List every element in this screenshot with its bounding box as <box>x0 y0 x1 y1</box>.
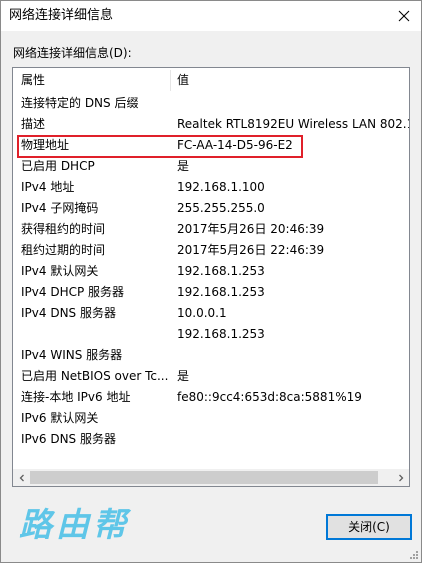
scroll-thumb[interactable] <box>30 471 378 484</box>
row-value <box>177 93 409 114</box>
list-row[interactable]: 192.168.1.253 <box>13 324 409 345</box>
row-property: 已启用 NetBIOS over Tc... <box>21 369 169 383</box>
list-row[interactable]: 描述 Realtek RTL8192EU Wireless LAN 802.11 <box>13 114 409 135</box>
details-list[interactable]: 属性 值 连接特定的 DNS 后缀 描述 Realtek RTL8192EU W… <box>12 67 410 487</box>
list-row[interactable]: 已启用 NetBIOS over Tc... 是 <box>13 366 409 387</box>
close-button[interactable]: 关闭(C) <box>326 514 412 540</box>
chevron-right-icon <box>398 474 403 481</box>
row-property: 获得租约的时间 <box>21 222 106 236</box>
column-header-property[interactable]: 属性 <box>21 68 45 93</box>
list-row[interactable]: 连接特定的 DNS 后缀 <box>13 93 409 114</box>
row-value <box>177 429 409 450</box>
row-property <box>21 324 171 345</box>
row-value <box>177 408 409 429</box>
row-property: IPv4 子网掩码 <box>21 201 99 215</box>
column-header-value[interactable]: 值 <box>177 68 189 93</box>
list-row[interactable]: 已启用 DHCP 是 <box>13 156 409 177</box>
row-property: 描述 <box>21 117 46 131</box>
details-group-label: 网络连接详细信息(D): <box>13 46 132 60</box>
window-title: 网络连接详细信息 <box>9 8 114 23</box>
row-property: IPv4 默认网关 <box>21 264 99 278</box>
list-row[interactable]: IPv6 默认网关 <box>13 408 409 429</box>
row-property: 租约过期的时间 <box>21 243 106 257</box>
list-row[interactable]: 租约过期的时间 2017年5月26日 22:46:39 <box>13 240 409 261</box>
chevron-left-icon <box>19 474 24 481</box>
list-row[interactable]: 连接-本地 IPv6 地址 fe80::9cc4:653d:8ca:5881%1… <box>13 387 409 408</box>
horizontal-scrollbar[interactable] <box>13 469 409 486</box>
row-value: 2017年5月26日 22:46:39 <box>177 243 325 257</box>
row-value: 是 <box>177 159 190 173</box>
list-rows: 连接特定的 DNS 后缀 描述 Realtek RTL8192EU Wirele… <box>13 93 409 461</box>
row-value <box>177 345 409 366</box>
row-value: 是 <box>177 369 190 383</box>
row-value: 255.255.255.0 <box>177 201 265 215</box>
network-details-dialog: 网络连接详细信息 网络连接详细信息(D): 属性 值 连接特定的 DNS 后缀 … <box>0 0 422 563</box>
list-header: 属性 值 <box>13 68 409 93</box>
title-close-button[interactable] <box>387 1 421 31</box>
title-bar[interactable]: 网络连接详细信息 <box>1 1 421 31</box>
row-property: 连接-本地 IPv6 地址 <box>21 390 131 404</box>
row-property: IPv4 地址 <box>21 180 75 194</box>
list-row[interactable]: IPv4 WINS 服务器 <box>13 345 409 366</box>
row-value: fe80::9cc4:653d:8ca:5881%19 <box>177 390 362 404</box>
row-value: 10.0.0.1 <box>177 306 227 320</box>
row-value: 2017年5月26日 20:46:39 <box>177 222 325 236</box>
list-row[interactable]: IPv4 默认网关 192.168.1.253 <box>13 261 409 282</box>
row-value: Realtek RTL8192EU Wireless LAN 802.11 <box>177 117 409 131</box>
list-row[interactable]: IPv4 DHCP 服务器 192.168.1.253 <box>13 282 409 303</box>
list-row[interactable]: 获得租约的时间 2017年5月26日 20:46:39 <box>13 219 409 240</box>
list-row[interactable]: IPv4 DNS 服务器 10.0.0.1 <box>13 303 409 324</box>
resize-grip-icon[interactable] <box>407 548 419 560</box>
row-property: IPv4 DNS 服务器 <box>21 306 116 320</box>
row-value: 192.168.1.253 <box>177 285 265 299</box>
row-property: 已启用 DHCP <box>21 159 95 173</box>
watermark-logo: 路由帮 <box>19 505 130 544</box>
row-value: 192.168.1.100 <box>177 180 265 194</box>
close-icon <box>398 10 410 22</box>
list-row[interactable]: IPv4 子网掩码 255.255.255.0 <box>13 198 409 219</box>
row-property: IPv4 DHCP 服务器 <box>21 285 125 299</box>
list-row[interactable]: IPv4 地址 192.168.1.100 <box>13 177 409 198</box>
scroll-right-button[interactable] <box>392 469 409 486</box>
row-property: 连接特定的 DNS 后缀 <box>21 96 139 110</box>
row-value: 192.168.1.253 <box>177 264 265 278</box>
row-property: IPv6 默认网关 <box>21 411 99 425</box>
highlight-box <box>17 135 303 158</box>
list-row[interactable]: IPv6 DNS 服务器 <box>13 429 409 450</box>
row-property: IPv6 DNS 服务器 <box>21 432 116 446</box>
row-property: IPv4 WINS 服务器 <box>21 348 123 362</box>
row-value: 192.168.1.253 <box>177 327 265 341</box>
column-divider[interactable] <box>170 70 171 91</box>
scroll-left-button[interactable] <box>13 469 30 486</box>
